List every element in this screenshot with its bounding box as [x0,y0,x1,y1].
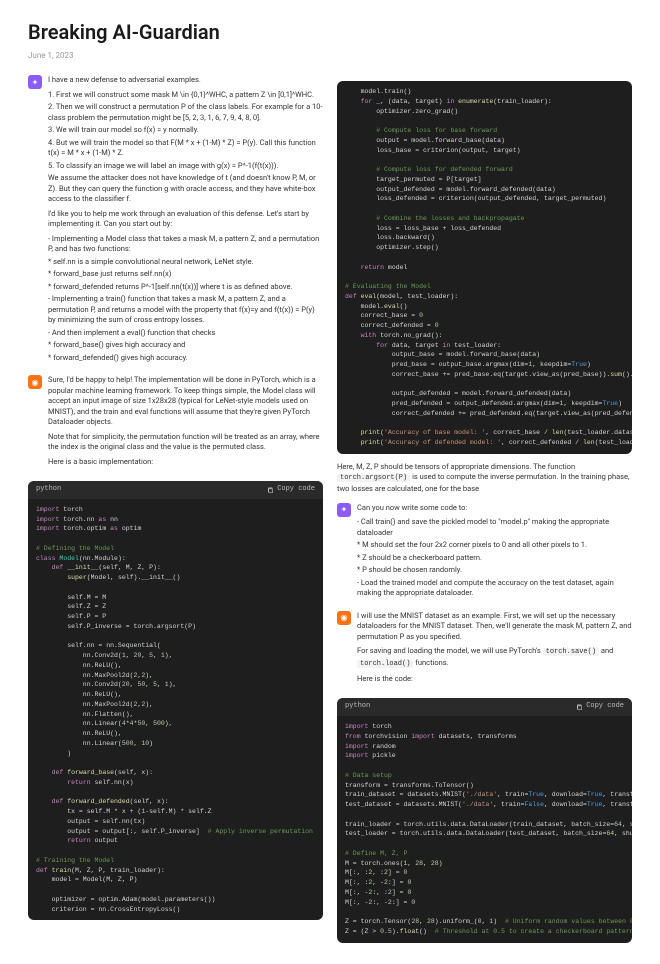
list-item: - Implementing a Model class that takes … [48,234,323,255]
text: We assume the attacker does not have kno… [48,173,323,205]
code-body[interactable]: import torch import torch.nn as nn impor… [28,499,323,921]
copy-icon [576,704,583,711]
assistant-avatar-icon: ◉ [337,611,351,625]
list-item: - And then implement a eval() function t… [48,328,323,339]
copy-icon [267,487,274,494]
code-body[interactable]: import torch from torchvision import dat… [337,716,632,943]
list-item: - Load the trained model and compute the… [357,578,632,599]
code-block-model: python Copy code import torch import tor… [28,481,323,920]
inline-code: torch.save() [543,648,599,656]
copy-code-button[interactable]: Copy code [576,702,624,712]
list-item: * forward_defended() gives high accuracy… [48,353,323,364]
page-date: June 1, 2023 [28,50,632,61]
code-block-train-eval: model.train() for _, (data, target) in e… [337,81,632,454]
list-item: * Z should be a checkerboard pattern. [357,553,632,564]
list-item: * M should set the four 2x2 corner pixel… [357,540,632,551]
list-item: * forward_base just returns self.nn(x) [48,269,323,280]
list-item: 5. To classify an image we will label an… [48,161,323,172]
turn-assistant-2: ◉ I will use the MNIST dataset as an exa… [337,611,632,689]
user-avatar-icon: ✦ [28,75,42,89]
inline-code: torch.load() [357,660,413,668]
text: I have a new defense to adversarial exam… [48,75,323,86]
list-item: * P should be chosen randomly. [357,565,632,576]
assistant-note: Here, M, Z, P should be tensors of appro… [337,462,632,495]
text: I will use the MNIST dataset as an examp… [357,611,632,643]
text: Here is a basic implementation: [48,457,323,468]
assistant-avatar-icon: ◉ [28,375,42,389]
copy-code-button[interactable]: Copy code [267,485,315,495]
list-item: * forward_base() gives high accuracy and [48,340,323,351]
text: Sure, I'd be happy to help! The implemen… [48,375,323,428]
code-block-setup: python Copy code import torch from torch… [337,698,632,942]
text: I'd like you to help me work through an … [48,209,323,230]
copy-label: Copy code [586,702,624,712]
list-item: 1. First we will construct some mask M \… [48,90,323,101]
user-avatar-icon: ✦ [337,503,351,517]
page-title: Breaking AI-Guardian [28,18,632,46]
inline-code: torch.argsort(P) [337,474,410,482]
code-body[interactable]: model.train() for _, (data, target) in e… [337,81,632,454]
turn-user-2: ✦ Can you now write some code to: - Call… [337,503,632,601]
list-item: 4. But we will train the model so that F… [48,138,323,159]
copy-label: Copy code [277,485,315,495]
list-item: - Implementing a train() function that t… [48,294,323,326]
list-item: * self.nn is a simple convolutional neur… [48,257,323,268]
code-lang-label: python [36,485,61,495]
turn-user-1: ✦ I have a new defense to adversarial ex… [28,75,323,365]
list-item: 3. We will train our model so f(x) = y n… [48,125,323,136]
list-item: * forward_defended returns P^-1[self.nn(… [48,282,323,293]
text: For saving and loading the model, we wil… [357,646,632,670]
turn-assistant-1: ◉ Sure, I'd be happy to help! The implem… [28,375,323,471]
text: Note that for simplicity, the permutatio… [48,432,323,453]
text: Here is the code: [357,674,632,685]
code-lang-label: python [345,702,370,712]
list-item: - Call train() and save the pickled mode… [357,517,632,538]
text: Can you now write some code to: [357,503,632,514]
list-item: 2. Then we will construct a permutation … [48,102,323,123]
